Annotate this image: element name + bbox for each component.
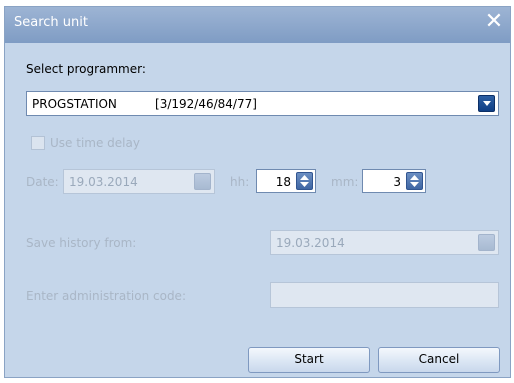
use-time-delay-label: Use time delay — [50, 136, 140, 150]
window-title: Search unit — [14, 15, 88, 30]
admin-code-field[interactable] — [270, 282, 499, 308]
spin-arrows-icon[interactable] — [296, 172, 313, 190]
admin-code-label: Enter administration code: — [26, 289, 186, 303]
search-unit-dialog: Search unit ✕ Select programmer: PROGSTA… — [4, 6, 511, 378]
chevron-down-icon[interactable] — [478, 95, 495, 112]
close-icon[interactable]: ✕ — [482, 9, 506, 35]
programmer-selected-value: PROGSTATION [3/192/46/84/77] — [32, 97, 257, 111]
hours-stepper[interactable]: 18 — [256, 169, 316, 193]
date-label: Date: — [26, 175, 59, 189]
title-bar[interactable]: Search unit ✕ — [5, 7, 510, 43]
minutes-stepper[interactable]: 3 — [362, 169, 426, 193]
date-value: 19.03.2014 — [69, 175, 138, 189]
history-date-picker[interactable]: 19.03.2014 — [270, 230, 499, 255]
calendar-dropdown-icon[interactable] — [478, 234, 495, 251]
hh-label: hh: — [230, 175, 250, 189]
save-history-label: Save history from: — [26, 236, 137, 250]
history-date-value: 19.03.2014 — [276, 236, 345, 250]
minutes-value: 3 — [393, 175, 401, 189]
use-time-delay-checkbox[interactable] — [31, 136, 45, 150]
calendar-dropdown-icon[interactable] — [194, 173, 211, 190]
start-button[interactable]: Start — [248, 347, 370, 373]
select-programmer-label: Select programmer: — [26, 62, 146, 76]
spin-arrows-icon[interactable] — [406, 172, 423, 190]
programmer-combobox[interactable]: PROGSTATION [3/192/46/84/77] — [26, 91, 499, 116]
date-picker[interactable]: 19.03.2014 — [63, 169, 215, 194]
cancel-button[interactable]: Cancel — [378, 347, 500, 373]
hours-value: 18 — [275, 175, 291, 189]
mm-label: mm: — [331, 175, 359, 189]
